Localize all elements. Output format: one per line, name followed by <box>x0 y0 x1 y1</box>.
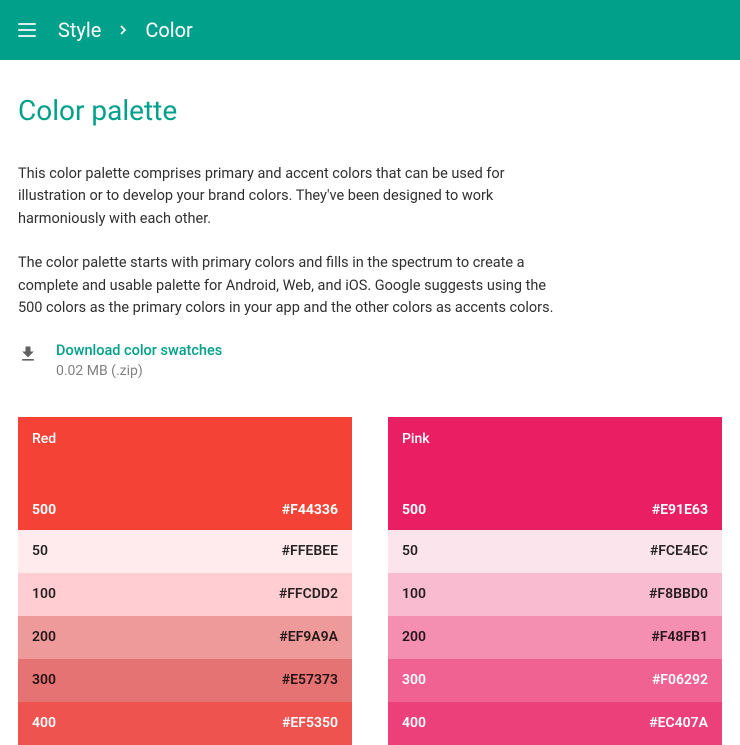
swatch-row: 400 #EF5350 <box>18 702 352 745</box>
palette-header: Pink 500 #E91E63 <box>388 417 722 530</box>
download-link[interactable]: Download color swatches <box>56 342 222 359</box>
appbar: Style Color <box>0 0 740 60</box>
swatch-list: 50 #FCE4EC 100 #F8BBD0 200 #F48FB1 300 #F06292 4… <box>388 530 722 745</box>
breadcrumb-color[interactable]: Color <box>145 18 192 42</box>
swatch-hex: #FCE4EC <box>650 543 708 559</box>
palette-grid: Red 500 #F44336 50 #FFEBEE 100 #FFCDD2 200 #E… <box>18 417 722 745</box>
swatch-row: 200 #F48FB1 <box>388 616 722 659</box>
swatch-label: 100 <box>402 586 426 602</box>
swatch-hex: #EC407A <box>649 715 708 731</box>
swatch-label: 400 <box>32 715 56 731</box>
swatch-label: 50 <box>32 543 48 559</box>
swatch-row: 100 #FFCDD2 <box>18 573 352 616</box>
swatch-row: 50 #FFEBEE <box>18 530 352 573</box>
swatch-hex: #EF5350 <box>282 715 338 731</box>
download-row: Download color swatches 0.02 MB (.zip) <box>18 342 722 379</box>
swatch-label: 200 <box>402 629 426 645</box>
intro-paragraph-1: This color palette comprises primary and… <box>18 163 558 230</box>
palette-card-pink: Pink 500 #E91E63 50 #FCE4EC 100 #F8BBD0 200 #… <box>388 417 722 745</box>
intro-paragraph-2: The color palette starts with primary co… <box>18 252 558 319</box>
swatch-hex: #FFEBEE <box>282 543 338 559</box>
swatch-row: 300 #E57373 <box>18 659 352 702</box>
swatch-label: 100 <box>32 586 56 602</box>
swatch-hex: #F06292 <box>652 672 708 688</box>
swatch-row: 400 #EC407A <box>388 702 722 745</box>
palette-name: Red <box>32 431 338 447</box>
menu-icon[interactable] <box>18 18 42 42</box>
palette-header-shade: 500 <box>402 502 426 518</box>
swatch-label: 200 <box>32 629 56 645</box>
download-icon <box>18 344 38 364</box>
palette-name: Pink <box>402 431 708 447</box>
swatch-label: 400 <box>402 715 426 731</box>
breadcrumb: Style Color <box>58 18 193 42</box>
swatch-row: 50 #FCE4EC <box>388 530 722 573</box>
palette-card-red: Red 500 #F44336 50 #FFEBEE 100 #FFCDD2 200 #E… <box>18 417 352 745</box>
download-meta: 0.02 MB (.zip) <box>56 363 222 379</box>
section-title: Color palette <box>18 94 722 127</box>
swatch-hex: #FFCDD2 <box>279 586 338 602</box>
breadcrumb-style[interactable]: Style <box>58 18 101 42</box>
palette-header-hex: #E91E63 <box>652 502 708 518</box>
chevron-right-icon <box>115 22 131 38</box>
swatch-label: 300 <box>402 672 426 688</box>
palette-header: Red 500 #F44336 <box>18 417 352 530</box>
swatch-hex: #EF9A9A <box>279 629 338 645</box>
swatch-label: 300 <box>32 672 56 688</box>
swatch-list: 50 #FFEBEE 100 #FFCDD2 200 #EF9A9A 300 #E57373 4… <box>18 530 352 745</box>
swatch-row: 300 #F06292 <box>388 659 722 702</box>
swatch-hex: #F8BBD0 <box>649 586 708 602</box>
palette-header-hex: #F44336 <box>282 502 338 518</box>
page-content: Color palette This color palette compris… <box>0 60 740 745</box>
swatch-hex: #F48FB1 <box>651 629 708 645</box>
palette-header-shade: 500 <box>32 502 56 518</box>
swatch-row: 200 #EF9A9A <box>18 616 352 659</box>
swatch-row: 100 #F8BBD0 <box>388 573 722 616</box>
swatch-hex: #E57373 <box>282 672 338 688</box>
swatch-label: 50 <box>402 543 418 559</box>
